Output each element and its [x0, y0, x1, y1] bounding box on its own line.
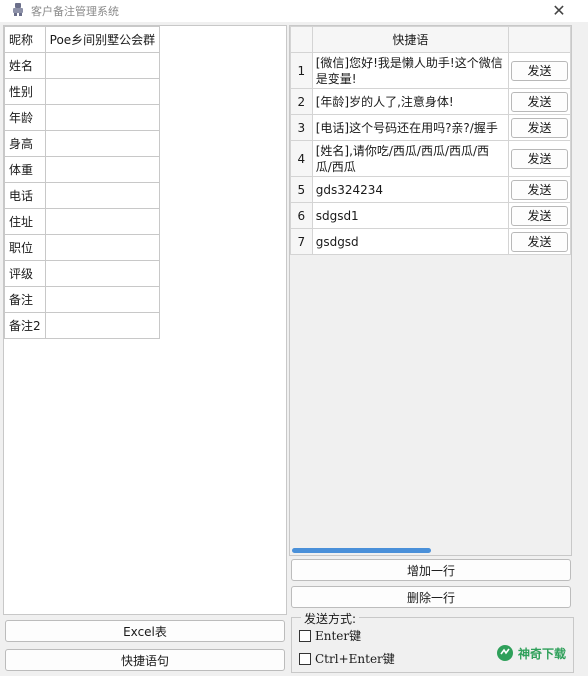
quick-phrases-button[interactable]: 快捷语句 [5, 649, 285, 671]
phrase-text-cell[interactable]: [姓名],请你吃/西瓜/西瓜/西瓜/西瓜/西瓜 [311, 140, 509, 177]
ctrl-enter-label: Ctrl+Enter键 [315, 652, 395, 666]
close-button[interactable]: ✕ [548, 0, 570, 20]
profile-field-value[interactable] [44, 156, 161, 183]
phrase-row: 2 [年龄]岁的人了,注意身体! 发送 [290, 88, 571, 115]
profile-row: 备注 [4, 286, 161, 313]
profile-field-value[interactable] [44, 182, 161, 209]
add-row-button[interactable]: 增加一行 [291, 559, 571, 581]
profile-field-label: 电话 [4, 182, 46, 209]
phrase-row-number: 3 [290, 114, 313, 141]
profile-row: 住址 [4, 208, 161, 235]
profile-field-label: 备注 [4, 286, 46, 313]
profile-table: 昵称 Poe乡间别墅公会群 姓名 性别 年龄 身高 体重 电话 住址 职位 评级 备注 备注2 [4, 26, 161, 339]
phrase-row: 7 gsdgsd 发送 [290, 228, 571, 255]
profile-field-label: 评级 [4, 260, 46, 287]
watermark-text: 神奇下载 [518, 646, 567, 661]
delete-row-button[interactable]: 删除一行 [291, 586, 571, 608]
profile-row: 体重 [4, 156, 161, 183]
phrase-row: 3 [电话]这个号码还在用吗?亲?/握手 发送 [290, 114, 571, 141]
phrase-action-cell: 发送 [507, 52, 571, 89]
phrase-row-number: 5 [290, 176, 313, 203]
phrase-text-cell[interactable]: gsdgsd [311, 228, 509, 255]
phrase-action-cell: 发送 [507, 176, 571, 203]
send-mode-legend: 发送方式: [301, 610, 360, 627]
profile-field-value[interactable] [44, 78, 161, 105]
title-bar: 客户备注管理系统 ✕ [0, 0, 588, 22]
send-button[interactable]: 发送 [510, 117, 568, 138]
phrase-action-cell: 发送 [507, 202, 571, 229]
profile-field-label: 住址 [4, 208, 46, 235]
close-icon: ✕ [552, 0, 566, 20]
profile-field-value[interactable] [44, 260, 161, 287]
profile-panel: 昵称 Poe乡间别墅公会群 姓名 性别 年龄 身高 体重 电话 住址 职位 评级 备注 备注2 [3, 25, 287, 615]
send-button[interactable]: 发送 [510, 231, 568, 252]
phrase-action-cell: 发送 [507, 114, 571, 141]
phrase-text-cell[interactable]: [年龄]岁的人了,注意身体! [311, 88, 509, 115]
ctrl-enter-option[interactable]: Ctrl+Enter键 [299, 650, 395, 667]
phrase-row-number: 2 [290, 88, 313, 115]
profile-field-label: 昵称 [4, 26, 46, 53]
profile-row: 备注2 [4, 312, 161, 339]
profile-field-value[interactable] [44, 208, 161, 235]
profile-field-value[interactable]: Poe乡间别墅公会群 [44, 26, 161, 53]
enter-key-option[interactable]: Enter键 [299, 627, 361, 644]
phrase-panel: 快捷语 1 [微信]您好!我是懒人助手!这个微信是变量! 发送 2 [年龄]岁的人了,注… [289, 25, 572, 556]
excel-button[interactable]: Excel表 [5, 620, 285, 642]
phrase-text-cell[interactable]: gds324234 [311, 176, 509, 203]
phrase-action-cell: 发送 [507, 228, 571, 255]
phrase-row-number: 7 [290, 228, 313, 255]
watermark-logo-icon [497, 645, 513, 661]
phrase-column-header: 快捷语 [311, 26, 509, 53]
action-column-header [507, 26, 571, 53]
send-button[interactable]: 发送 [510, 91, 568, 112]
profile-field-label: 性别 [4, 78, 46, 105]
phrase-row: 1 [微信]您好!我是懒人助手!这个微信是变量! 发送 [290, 52, 571, 89]
row-number-header [290, 26, 313, 53]
profile-field-value[interactable] [44, 104, 161, 131]
phrase-row: 6 sdgsd1 发送 [290, 202, 571, 229]
horizontal-scrollbar[interactable] [290, 545, 571, 555]
phrase-action-cell: 发送 [507, 88, 571, 115]
send-button[interactable]: 发送 [510, 60, 568, 81]
phrase-text-cell[interactable]: [电话]这个号码还在用吗?亲?/握手 [311, 114, 509, 141]
profile-field-label: 身高 [4, 130, 46, 157]
profile-row: 性别 [4, 78, 161, 105]
profile-field-value[interactable] [44, 52, 161, 79]
profile-row: 评级 [4, 260, 161, 287]
profile-field-label: 体重 [4, 156, 46, 183]
profile-row: 电话 [4, 182, 161, 209]
profile-row: 姓名 [4, 52, 161, 79]
window-title: 客户备注管理系统 [31, 5, 119, 18]
profile-field-value[interactable] [44, 312, 161, 339]
send-button[interactable]: 发送 [510, 205, 568, 226]
phrase-text-cell[interactable]: sdgsd1 [311, 202, 509, 229]
send-button[interactable]: 发送 [510, 148, 568, 169]
profile-field-label: 年龄 [4, 104, 46, 131]
profile-row: 昵称 Poe乡间别墅公会群 [4, 26, 161, 53]
profile-field-label: 姓名 [4, 52, 46, 79]
phrase-row-number: 4 [290, 140, 313, 177]
phrase-row-number: 6 [290, 202, 313, 229]
profile-row: 年龄 [4, 104, 161, 131]
profile-row: 身高 [4, 130, 161, 157]
ctrl-enter-checkbox[interactable] [299, 652, 311, 665]
phrase-row: 5 gds324234 发送 [290, 176, 571, 203]
profile-field-label: 职位 [4, 234, 46, 261]
profile-field-value[interactable] [44, 130, 161, 157]
phrase-table: 快捷语 1 [微信]您好!我是懒人助手!这个微信是变量! 发送 2 [年龄]岁的人了,注… [290, 26, 571, 255]
profile-row: 职位 [4, 234, 161, 261]
scrollbar-thumb[interactable] [292, 548, 431, 553]
profile-field-value[interactable] [44, 234, 161, 261]
profile-field-label: 备注2 [4, 312, 46, 339]
phrase-row-number: 1 [290, 52, 313, 89]
enter-key-label: Enter键 [315, 629, 362, 643]
watermark: 神奇下载 [496, 642, 566, 664]
enter-key-checkbox[interactable] [299, 629, 311, 642]
app-icon [13, 3, 23, 16]
phrase-action-cell: 发送 [507, 140, 571, 177]
profile-field-value[interactable] [44, 286, 161, 313]
send-button[interactable]: 发送 [510, 179, 568, 200]
phrase-row: 4 [姓名],请你吃/西瓜/西瓜/西瓜/西瓜/西瓜 发送 [290, 140, 571, 177]
phrase-text-cell[interactable]: [微信]您好!我是懒人助手!这个微信是变量! [311, 52, 509, 89]
